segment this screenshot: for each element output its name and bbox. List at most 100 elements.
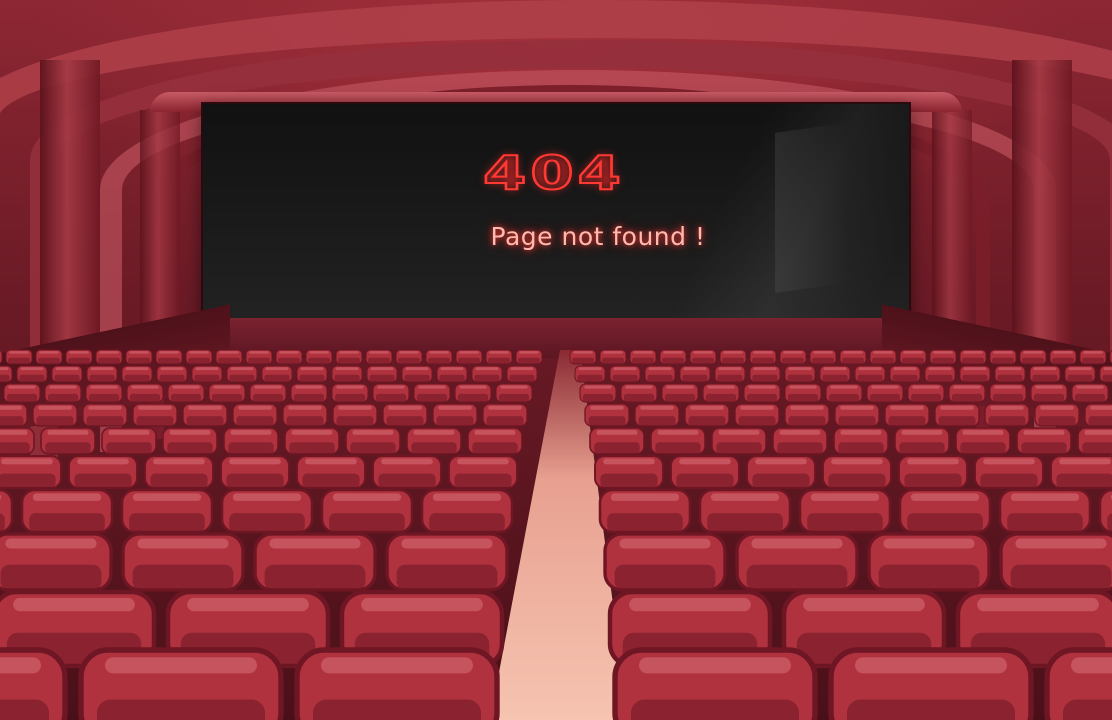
seat (294, 647, 500, 720)
seat (0, 427, 35, 455)
seat (249, 383, 287, 403)
seat (584, 403, 630, 427)
seat (569, 349, 597, 365)
seat (670, 455, 740, 489)
seating-rows (0, 349, 1112, 720)
seat (702, 383, 740, 403)
seat (121, 365, 153, 383)
seat (809, 349, 837, 365)
seat (1029, 365, 1061, 383)
seat (220, 455, 290, 489)
seat (884, 403, 930, 427)
seat (1071, 383, 1109, 403)
seat (746, 455, 816, 489)
seat (834, 403, 880, 427)
seat (126, 383, 164, 403)
seat (3, 383, 41, 403)
seat (335, 349, 363, 365)
seat (515, 349, 543, 365)
seat (32, 403, 78, 427)
seat (0, 350, 3, 364)
seat (603, 532, 727, 592)
seat (125, 349, 153, 365)
seat (0, 488, 14, 534)
seat (999, 532, 1112, 592)
seat (659, 349, 687, 365)
seat (331, 365, 363, 383)
seat (734, 403, 780, 427)
seat (894, 427, 950, 455)
seat (650, 427, 706, 455)
seat (1050, 455, 1112, 489)
seat (144, 455, 214, 489)
seat (898, 455, 968, 489)
seat (245, 349, 273, 365)
seat (208, 383, 246, 403)
seat (471, 365, 503, 383)
seat (162, 427, 218, 455)
seat (984, 403, 1030, 427)
seat (185, 349, 213, 365)
seat (223, 427, 279, 455)
seat (989, 349, 1017, 365)
seat (44, 383, 82, 403)
seat (735, 532, 859, 592)
seat (1016, 427, 1072, 455)
seat (948, 383, 986, 403)
seat (485, 349, 513, 365)
seat (372, 383, 410, 403)
seat (1019, 349, 1047, 365)
seat (924, 365, 956, 383)
seat (784, 383, 822, 403)
seat (634, 403, 680, 427)
seat (382, 403, 428, 427)
seat (275, 349, 303, 365)
seat (220, 488, 314, 534)
seat (467, 427, 523, 455)
seat (284, 427, 340, 455)
seat (78, 647, 284, 720)
seat (51, 365, 83, 383)
seat (974, 455, 1044, 489)
seat (0, 532, 113, 592)
seat (612, 647, 818, 720)
seat (215, 349, 243, 365)
seat (5, 349, 33, 365)
seat (1077, 427, 1112, 455)
seat (661, 383, 699, 403)
seat (1034, 403, 1080, 427)
seat (828, 647, 1034, 720)
seat (1044, 647, 1112, 720)
seat (594, 455, 664, 489)
seat (401, 365, 433, 383)
seat (0, 403, 28, 427)
seat (839, 349, 867, 365)
seat (385, 532, 509, 592)
seat (120, 488, 214, 534)
seat (994, 365, 1026, 383)
seat (282, 403, 328, 427)
seat (40, 427, 96, 455)
seat (989, 383, 1027, 403)
seat (644, 365, 676, 383)
seat (779, 349, 807, 365)
seat (822, 455, 892, 489)
seat (395, 349, 423, 365)
seat (86, 365, 118, 383)
seat (1084, 403, 1112, 427)
seat (589, 427, 645, 455)
seat (599, 349, 627, 365)
seat (0, 365, 13, 383)
seat (495, 383, 533, 403)
seat (959, 365, 991, 383)
seat (448, 455, 518, 489)
seat (35, 349, 63, 365)
seat (698, 488, 792, 534)
seat (869, 349, 897, 365)
seat (889, 365, 921, 383)
seat (854, 365, 886, 383)
seat (0, 455, 62, 489)
seat (296, 365, 328, 383)
seat (406, 427, 462, 455)
seat (1098, 488, 1112, 534)
